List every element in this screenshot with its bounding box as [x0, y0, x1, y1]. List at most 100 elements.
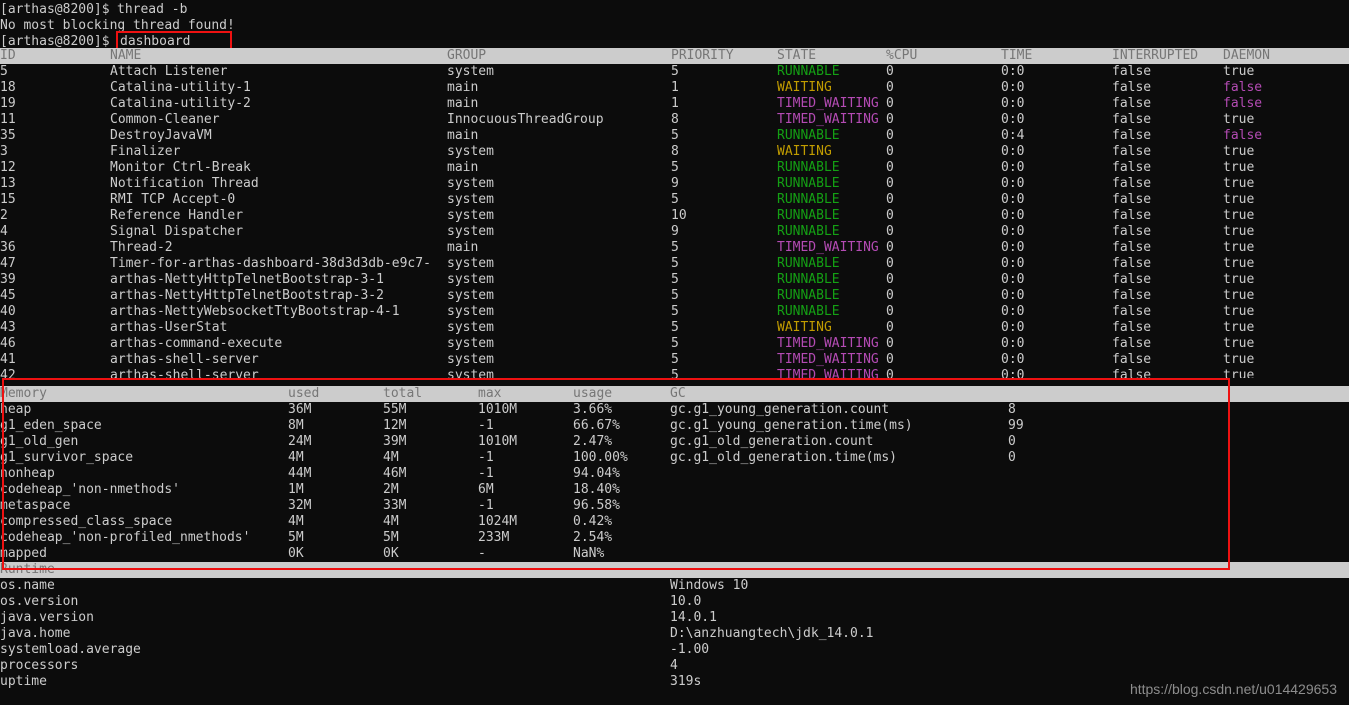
table-row: 18 Catalina-utility-1 main 1 WAITING 0 0:0 fals… [0, 80, 1349, 96]
table-row: 43 arthas-UserStat system 5 WAITING 0 0:0 false… [0, 320, 1349, 336]
thread-interrupted: false [1112, 112, 1152, 127]
thread-priority: 5 [671, 320, 679, 335]
thread-time: 0:0 [1001, 272, 1025, 287]
command-output: No most blocking thread found! [0, 18, 235, 33]
thread-priority: 5 [671, 272, 679, 287]
memory-usage: 94.04% [573, 466, 620, 481]
thread-time: 0:0 [1001, 336, 1025, 351]
thread-interrupted: false [1112, 64, 1152, 79]
thread-cpu: 0 [886, 304, 894, 319]
thread-id: 45 [0, 288, 16, 303]
thread-priority: 5 [671, 192, 679, 207]
thread-id: 39 [0, 272, 16, 287]
runtime-property-name: processors [0, 658, 79, 673]
thread-id: 18 [0, 80, 16, 95]
thread-priority: 8 [671, 144, 679, 159]
thread-priority: 8 [671, 112, 679, 127]
thread-id: 46 [0, 336, 16, 351]
command-text: thread -b [117, 2, 188, 17]
thread-daemon: false [1223, 128, 1263, 143]
thread-cpu: 0 [886, 128, 894, 143]
thread-name: RMI TCP Accept-0 [110, 192, 236, 207]
table-row: nonheap 44M 46M -1 94.04% [0, 466, 1349, 482]
thread-name: arthas-UserStat [110, 320, 228, 335]
thread-group: system [447, 336, 494, 351]
table-row: java.home D:\anzhuangtech\jdk_14.0.1 [0, 626, 1349, 642]
thread-id: 40 [0, 304, 16, 319]
memory-total: 5M [383, 530, 399, 545]
column-header-daemon: DAEMON [1223, 48, 1270, 63]
thread-name: arthas-command-execute [110, 336, 283, 351]
thread-priority: 5 [671, 240, 679, 255]
thread-group: system [447, 288, 494, 303]
thread-interrupted: false [1112, 144, 1152, 159]
thread-time: 0:0 [1001, 224, 1025, 239]
gc-metric-name: gc.g1_old_generation.time(ms) [670, 450, 897, 465]
thread-interrupted: false [1112, 352, 1152, 367]
thread-daemon: true [1223, 320, 1255, 335]
thread-name: DestroyJavaVM [110, 128, 212, 143]
thread-cpu: 0 [886, 288, 894, 303]
threads-table-body: 5 Attach Listener system 5 RUNNABLE 0 0:0 false… [0, 64, 1349, 378]
thread-state: RUNNABLE [777, 256, 840, 271]
thread-time: 0:0 [1001, 320, 1025, 335]
runtime-property-name: systemload.average [0, 642, 141, 657]
thread-daemon: false [1223, 96, 1263, 111]
thread-state: TIMED_WAITING [777, 112, 879, 127]
thread-time: 0:0 [1001, 288, 1025, 303]
thread-cpu: 0 [886, 320, 894, 335]
table-row: metaspace 32M 33M -1 96.58% [0, 498, 1349, 514]
thread-state: TIMED_WAITING [777, 96, 879, 111]
memory-max: -1 [478, 498, 494, 513]
thread-cpu: 0 [886, 240, 894, 255]
table-row: os.name Windows 10 [0, 578, 1349, 594]
thread-daemon: true [1223, 192, 1255, 207]
thread-daemon: false [1223, 80, 1263, 95]
memory-area-name: nonheap [0, 466, 55, 481]
thread-interrupted: false [1112, 272, 1152, 287]
thread-daemon: true [1223, 256, 1255, 271]
table-row: 15 RMI TCP Accept-0 system 5 RUNNABLE 0 0:0 fal… [0, 192, 1349, 208]
thread-priority: 5 [671, 352, 679, 367]
runtime-property-name: uptime [0, 674, 47, 689]
table-row: 2 Reference Handler system 10 RUNNABLE 0 0:0 fa… [0, 208, 1349, 224]
table-row: mapped 0K 0K - NaN% [0, 546, 1349, 562]
thread-name: Signal Dispatcher [110, 224, 244, 239]
thread-interrupted: false [1112, 288, 1152, 303]
terminal-line-1: [arthas@8200]$ thread -b [0, 2, 1349, 18]
threads-table-header: ID NAME GROUP PRIORITY STATE %CPU TIME I… [0, 48, 1349, 64]
thread-time: 0:4 [1001, 128, 1025, 143]
thread-time: 0:0 [1001, 368, 1025, 378]
memory-total: 4M [383, 514, 399, 529]
table-row: 47 Timer-for-arthas-dashboard-38d3d3db-e9… [0, 256, 1349, 272]
thread-time: 0:0 [1001, 240, 1025, 255]
thread-time: 0:0 [1001, 64, 1025, 79]
thread-name: arthas-NettyHttpTelnetBootstrap-3-2 [110, 288, 384, 303]
table-row: processors 4 [0, 658, 1349, 674]
thread-name: Thread-2 [110, 240, 173, 255]
table-row: 4 Signal Dispatcher system 9 RUNNABLE 0 0:0 fal… [0, 224, 1349, 240]
column-header-runtime: Runtime [0, 562, 55, 577]
thread-time: 0:0 [1001, 208, 1025, 223]
memory-usage: 96.58% [573, 498, 620, 513]
table-row: 45 arthas-NettyHttpTelnetBootstrap-3-2 sys… [0, 288, 1349, 304]
memory-used: 0K [288, 546, 304, 561]
runtime-property-value: Windows 10 [670, 578, 749, 593]
thread-state: TIMED_WAITING [777, 368, 879, 378]
thread-state: RUNNABLE [777, 64, 840, 79]
memory-table-header: Memory used total max usage GC [0, 386, 1349, 402]
thread-cpu: 0 [886, 80, 894, 95]
thread-daemon: true [1223, 304, 1255, 319]
table-row: java.version 14.0.1 [0, 610, 1349, 626]
thread-interrupted: false [1112, 336, 1152, 351]
thread-cpu: 0 [886, 160, 894, 175]
thread-priority: 1 [671, 96, 679, 111]
thread-state: WAITING [777, 144, 832, 159]
thread-cpu: 0 [886, 272, 894, 287]
memory-total: 33M [383, 498, 407, 513]
memory-total: 0K [383, 546, 399, 561]
table-row: compressed_class_space 4M 4M 1024M 0.42% [0, 514, 1349, 530]
thread-name: Attach Listener [110, 64, 228, 79]
thread-group: system [447, 192, 494, 207]
thread-priority: 9 [671, 176, 679, 191]
